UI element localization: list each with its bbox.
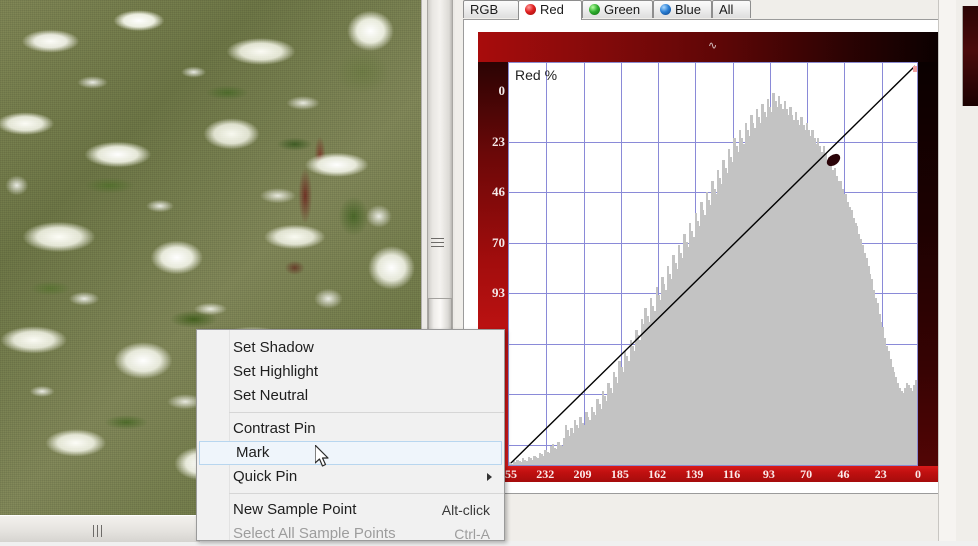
menu-item-select-all-sample-points: Select All Sample Points Ctrl-A bbox=[197, 522, 504, 546]
mouse-cursor-icon bbox=[315, 445, 329, 467]
tab-green[interactable]: Green bbox=[582, 0, 653, 18]
x-axis-tick: 116 bbox=[722, 467, 741, 481]
x-axis-tick: 23 bbox=[874, 467, 887, 481]
y-axis-tick: 70 bbox=[492, 234, 505, 250]
context-menu-items: Set Shadow Set Highlight Set Neutral Contra… bbox=[197, 330, 504, 546]
menu-item-label: Select All Sample Points bbox=[233, 525, 396, 542]
y-axis-tick: 93 bbox=[492, 285, 505, 301]
channel-label: Red % bbox=[515, 67, 558, 83]
x-axis-tick: 0 bbox=[915, 467, 921, 481]
blue-dot-icon bbox=[660, 4, 671, 15]
menu-item-set-neutral[interactable]: Set Neutral bbox=[197, 384, 504, 408]
menu-separator bbox=[229, 412, 504, 413]
tab-rgb[interactable]: RGB bbox=[463, 0, 519, 18]
x-axis-tick: 232 bbox=[536, 467, 555, 481]
curve-plot-area[interactable]: Red % bbox=[508, 62, 918, 466]
tab-green-label: Green bbox=[604, 2, 641, 17]
adjacent-panel-sliver bbox=[956, 0, 978, 541]
menu-item-shortcut: Alt-click bbox=[441, 502, 490, 518]
menu-item-label: Set Neutral bbox=[233, 387, 309, 404]
tone-curve-widget[interactable]: ∿ 023467093116139162 2552322091851621391… bbox=[478, 32, 948, 482]
menu-item-contrast-pin[interactable]: Contrast Pin bbox=[197, 417, 504, 441]
menu-item-label: Set Shadow bbox=[233, 339, 314, 356]
x-axis-tick: 139 bbox=[685, 467, 704, 481]
menu-item-label: Contrast Pin bbox=[233, 420, 316, 437]
menu-item-shortcut: Ctrl-A bbox=[454, 526, 490, 542]
x-axis-tick: 209 bbox=[573, 467, 592, 481]
app-root: RGB Red Green Blue All ∿ 0 23 46 70 93 116 139… bbox=[0, 0, 978, 542]
menu-item-quick-pin[interactable]: Quick Pin bbox=[197, 465, 504, 489]
y-axis-tick: 46 bbox=[492, 184, 505, 200]
menu-item-label: New Sample Point bbox=[233, 501, 357, 518]
curve-bottom-gradient-bar: 255 232 209 185 162 139 116 93 70 46 23 0 bbox=[478, 466, 948, 482]
curve-top-marker-icon: ∿ bbox=[708, 40, 718, 52]
x-axis-tick: 162 bbox=[648, 467, 667, 481]
submenu-arrow-icon bbox=[487, 473, 492, 481]
curve-top-gradient-bar: ∿ bbox=[478, 32, 948, 62]
panel-right-border bbox=[938, 0, 956, 541]
vertical-splitter-grip-icon[interactable] bbox=[431, 235, 444, 250]
y-axis-tick: 23 bbox=[492, 133, 505, 149]
menu-separator bbox=[229, 493, 504, 494]
menu-item-set-shadow[interactable]: Set Shadow bbox=[197, 336, 504, 360]
green-dot-icon bbox=[589, 4, 600, 15]
tab-blue-label: Blue bbox=[675, 2, 702, 17]
adjacent-panel-gradient bbox=[962, 6, 978, 106]
x-axis-tick: 46 bbox=[837, 467, 850, 481]
y-axis-tick: 0 bbox=[498, 83, 506, 98]
menu-item-label: Quick Pin bbox=[233, 468, 298, 485]
tab-all[interactable]: All bbox=[712, 0, 751, 18]
menu-item-mark[interactable]: Mark bbox=[199, 441, 502, 465]
x-axis-tick: 70 bbox=[800, 467, 813, 481]
x-axis-tick: 93 bbox=[762, 467, 775, 481]
channel-tabstrip: RGB Red Green Blue All bbox=[455, 0, 955, 20]
context-menu[interactable]: Set Shadow Set Highlight Set Neutral Contra… bbox=[196, 329, 505, 542]
histogram-bar bbox=[917, 383, 918, 465]
horizontal-splitter-grip-icon[interactable] bbox=[93, 524, 102, 542]
menu-item-set-highlight[interactable]: Set Highlight bbox=[197, 360, 504, 384]
tab-red-label: Red bbox=[540, 2, 564, 17]
red-dot-icon bbox=[525, 4, 536, 15]
tab-all-label: All bbox=[719, 2, 734, 17]
curve-endpoint-handle[interactable] bbox=[912, 66, 917, 73]
menu-item-label: Set Highlight bbox=[233, 363, 319, 380]
x-axis-tick: 185 bbox=[610, 467, 629, 481]
menu-item-new-sample-point[interactable]: New Sample Point Alt-click bbox=[197, 498, 504, 522]
tab-blue[interactable]: Blue bbox=[653, 0, 712, 18]
tab-rgb-label: RGB bbox=[470, 2, 499, 17]
tab-red[interactable]: Red bbox=[518, 0, 582, 20]
tone-curve-line bbox=[510, 65, 916, 464]
menu-item-label: Mark bbox=[236, 444, 270, 461]
